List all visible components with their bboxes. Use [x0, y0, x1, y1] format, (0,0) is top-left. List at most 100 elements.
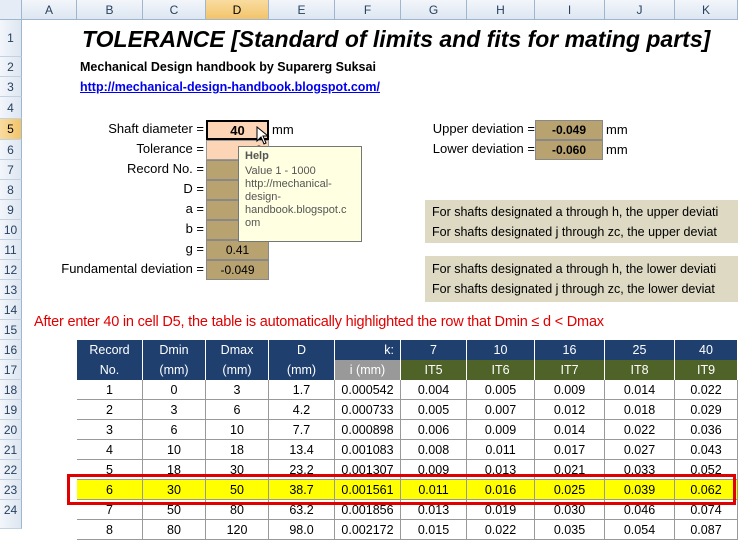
- row-header-14[interactable]: 14: [0, 300, 22, 320]
- table-cell[interactable]: 0.035: [535, 520, 605, 540]
- table-cell[interactable]: 0.009: [535, 380, 605, 400]
- col-header-g[interactable]: G: [401, 0, 467, 20]
- row-header-9[interactable]: 9: [0, 200, 22, 220]
- row-header-22[interactable]: 22: [0, 460, 22, 480]
- b-label: b =: [185, 221, 204, 236]
- table-cell[interactable]: 0.017: [535, 440, 605, 460]
- th-d: D: [269, 340, 335, 360]
- table-cell[interactable]: 0.054: [605, 520, 675, 540]
- row-header-13[interactable]: 13: [0, 280, 22, 300]
- row-header-23[interactable]: 23: [0, 480, 22, 500]
- th-k-25: 25: [605, 340, 675, 360]
- note-line: For shafts designated a through h, the u…: [432, 205, 719, 219]
- table-cell[interactable]: 6: [206, 400, 269, 420]
- row-header-16[interactable]: 16: [0, 340, 22, 360]
- table-cell[interactable]: 0.006: [401, 420, 467, 440]
- table-cell[interactable]: 0.022: [467, 520, 535, 540]
- select-all-corner[interactable]: [0, 0, 22, 20]
- row-header-20[interactable]: 20: [0, 420, 22, 440]
- row-header-19[interactable]: 19: [0, 400, 22, 420]
- table-cell[interactable]: 0.029: [675, 400, 738, 420]
- table-cell[interactable]: 0.014: [535, 420, 605, 440]
- tooltip-title: Help: [245, 150, 269, 162]
- g-label: g =: [185, 241, 204, 256]
- table-cell[interactable]: 0: [143, 380, 206, 400]
- row-header-4[interactable]: 4: [0, 97, 22, 119]
- table-cell[interactable]: 0.011: [467, 440, 535, 460]
- table-cell[interactable]: 4.2: [269, 400, 335, 420]
- col-header-e[interactable]: E: [269, 0, 335, 20]
- col-header-d[interactable]: D: [206, 0, 269, 20]
- row-header-6[interactable]: 6: [0, 140, 22, 160]
- table-cell[interactable]: 80: [143, 520, 206, 540]
- col-header-b[interactable]: B: [77, 0, 143, 20]
- lower-deviation-unit: mm: [606, 142, 628, 157]
- table-cell[interactable]: 8: [77, 520, 143, 540]
- table-cell[interactable]: 0.000898: [335, 420, 401, 440]
- table-cell[interactable]: 0.036: [675, 420, 738, 440]
- row-header-1[interactable]: 1: [0, 20, 22, 57]
- row-header-12[interactable]: 12: [0, 260, 22, 280]
- col-header-h[interactable]: H: [467, 0, 535, 20]
- table-cell[interactable]: 3: [206, 380, 269, 400]
- table-cell[interactable]: 0.043: [675, 440, 738, 460]
- row-header-8[interactable]: 8: [0, 180, 22, 200]
- row-header-5[interactable]: 5: [0, 119, 22, 140]
- table-cell[interactable]: 0.087: [675, 520, 738, 540]
- fundamental-deviation-label: Fundamental deviation =: [61, 261, 204, 276]
- col-header-c[interactable]: C: [143, 0, 206, 20]
- handbook-link[interactable]: http://mechanical-design-handbook.blogsp…: [80, 80, 380, 94]
- table-cell[interactable]: 0.012: [535, 400, 605, 420]
- table-cell[interactable]: 13.4: [269, 440, 335, 460]
- table-cell[interactable]: 3: [143, 400, 206, 420]
- table-cell[interactable]: 0.000733: [335, 400, 401, 420]
- table-cell[interactable]: 0.000542: [335, 380, 401, 400]
- tolerance-label: Tolerance =: [136, 141, 204, 156]
- table-cell[interactable]: 0.022: [605, 420, 675, 440]
- table-cell[interactable]: 0.005: [401, 400, 467, 420]
- th-k-16: 16: [535, 340, 605, 360]
- table-cell[interactable]: 0.015: [401, 520, 467, 540]
- row-header-3[interactable]: 3: [0, 77, 22, 97]
- table-cell[interactable]: 10: [206, 420, 269, 440]
- row-header-24[interactable]: 24: [0, 500, 22, 529]
- row-header-18[interactable]: 18: [0, 380, 22, 400]
- row-header-2[interactable]: 2: [0, 57, 22, 77]
- table-cell[interactable]: 1: [77, 380, 143, 400]
- table-cell[interactable]: 0.022: [675, 380, 738, 400]
- table-cell[interactable]: 4: [77, 440, 143, 460]
- col-header-i[interactable]: I: [535, 0, 605, 20]
- col-header-j[interactable]: J: [605, 0, 675, 20]
- table-cell[interactable]: 7.7: [269, 420, 335, 440]
- table-cell[interactable]: 0.002172: [335, 520, 401, 540]
- row-header-15[interactable]: 15: [0, 320, 22, 340]
- table-cell[interactable]: 0.001083: [335, 440, 401, 460]
- note-line: For shafts designated a through h, the l…: [432, 262, 717, 276]
- col-header-k[interactable]: K: [675, 0, 738, 20]
- row-header-17[interactable]: 17: [0, 360, 22, 380]
- lower-deviation-value: -0.060: [535, 140, 603, 160]
- table-cell[interactable]: 18: [206, 440, 269, 460]
- table-cell[interactable]: 0.018: [605, 400, 675, 420]
- row-header-10[interactable]: 10: [0, 220, 22, 240]
- row-header-11[interactable]: 11: [0, 240, 22, 260]
- table-cell[interactable]: 3: [77, 420, 143, 440]
- upper-deviation-value: -0.049: [535, 120, 603, 140]
- table-cell[interactable]: 0.008: [401, 440, 467, 460]
- col-header-a[interactable]: A: [22, 0, 77, 20]
- table-cell[interactable]: 10: [143, 440, 206, 460]
- col-header-f[interactable]: F: [335, 0, 401, 20]
- table-cell[interactable]: 120: [206, 520, 269, 540]
- table-cell[interactable]: 0.007: [467, 400, 535, 420]
- row-header-7[interactable]: 7: [0, 160, 22, 180]
- table-cell[interactable]: 0.005: [467, 380, 535, 400]
- table-cell[interactable]: 0.014: [605, 380, 675, 400]
- table-cell[interactable]: 0.027: [605, 440, 675, 460]
- row-header-21[interactable]: 21: [0, 440, 22, 460]
- table-cell[interactable]: 0.009: [467, 420, 535, 440]
- table-cell[interactable]: 98.0: [269, 520, 335, 540]
- table-cell[interactable]: 0.004: [401, 380, 467, 400]
- table-cell[interactable]: 2: [77, 400, 143, 420]
- table-cell[interactable]: 6: [143, 420, 206, 440]
- table-cell[interactable]: 1.7: [269, 380, 335, 400]
